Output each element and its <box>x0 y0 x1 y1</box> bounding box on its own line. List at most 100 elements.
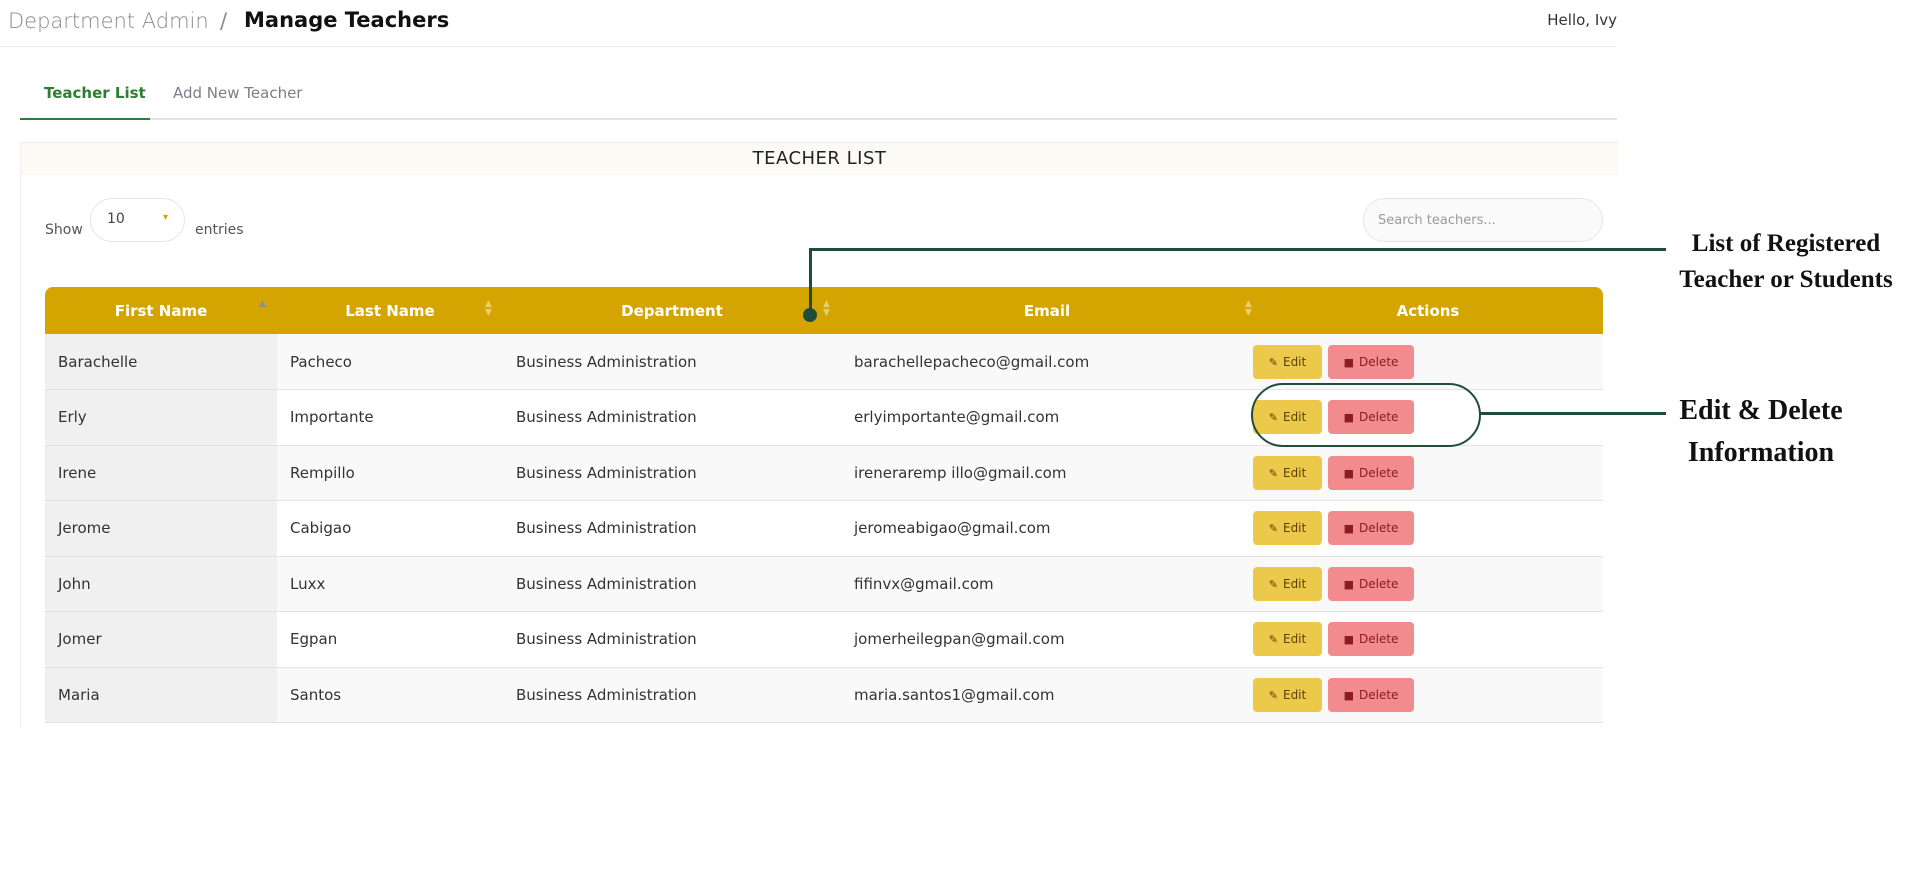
cell-actions: ✎ Edit ■ Delete <box>1253 556 1603 612</box>
cell-first-name: Maria <box>45 667 277 723</box>
cell-last-name: Santos <box>277 667 503 723</box>
pencil-icon: ✎ <box>1268 355 1278 369</box>
edit-label: Edit <box>1282 687 1307 702</box>
trash-icon: ■ <box>1343 688 1354 702</box>
table-header-row: First Name ▲▼ Last Name ▲▼ Department ▲▼… <box>45 287 1603 334</box>
edit-button[interactable]: ✎ Edit <box>1253 455 1322 490</box>
breadcrumb-separator: / <box>220 9 228 33</box>
column-header-department[interactable]: Department ▲ ▼ <box>503 287 841 334</box>
cell-email: jomerheilegpan@gmail.com <box>841 611 1253 668</box>
annotation-list-label: List of Registered Teacher or Students <box>1668 226 1904 298</box>
annotation-text: Edit & Delete <box>1679 395 1843 426</box>
cell-actions: ✎ Edit ■ Delete <box>1253 500 1603 557</box>
annotation-text: Teacher or Students <box>1679 266 1893 293</box>
trash-icon: ■ <box>1343 633 1354 647</box>
active-tab-indicator <box>20 118 150 120</box>
cell-last-name: Cabigao <box>277 500 503 557</box>
delete-button[interactable]: ■ Delete <box>1328 622 1414 657</box>
annotation-connector <box>809 248 812 314</box>
tab-bar: Teacher List Add New Teacher <box>20 78 1617 120</box>
cell-first-name: Jerome <box>45 500 277 557</box>
page-title: Manage Teachers <box>244 8 450 32</box>
cell-department: Business Administration <box>503 445 841 501</box>
cell-department: Business Administration <box>503 556 841 612</box>
cell-first-name: Erly <box>45 389 277 446</box>
cell-actions: ✎ Edit ■ Delete <box>1253 334 1603 390</box>
table-row: Jerome Cabigao Business Administration j… <box>45 500 1603 557</box>
annotation-text: Information <box>1687 437 1835 468</box>
edit-button[interactable]: ✎ Edit <box>1253 677 1322 712</box>
cell-last-name: Egpan <box>277 611 503 668</box>
pencil-icon: ✎ <box>1268 522 1278 536</box>
table-row: Barachelle Pacheco Business Administrati… <box>45 334 1603 390</box>
breadcrumb-parent[interactable]: Department Admin <box>8 9 209 33</box>
trash-icon: ■ <box>1343 577 1354 591</box>
cell-department: Business Administration <box>503 500 841 557</box>
trash-icon: ■ <box>1343 355 1354 369</box>
sort-asc-icon: ▲▼ <box>259 299 266 309</box>
column-label: Department <box>621 301 723 320</box>
annotation-connector <box>1480 412 1666 415</box>
sort-icon: ▲ ▼ <box>485 299 492 318</box>
column-label: First Name <box>114 301 208 320</box>
app-window: Department Admin / Manage Teachers Hello… <box>0 0 1618 730</box>
cell-actions: ✎ Edit ■ Delete <box>1253 667 1603 723</box>
cell-department: Business Administration <box>503 334 841 390</box>
edit-button[interactable]: ✎ Edit <box>1253 511 1322 546</box>
delete-button[interactable]: ■ Delete <box>1328 455 1414 490</box>
cell-department: Business Administration <box>503 389 841 446</box>
column-header-actions: Actions <box>1253 287 1603 334</box>
table-row: Irene Rempillo Business Administration i… <box>45 445 1603 501</box>
tab-teacher-list[interactable]: Teacher List <box>44 84 146 102</box>
annotation-text: List of Registered <box>1691 230 1881 257</box>
entries-select[interactable]: 10 ▾ <box>90 198 185 242</box>
table-row: John Luxx Business Administration fifinv… <box>45 556 1603 612</box>
edit-label: Edit <box>1282 465 1307 480</box>
annotation-edit-label: Edit & Delete Information <box>1668 390 1854 474</box>
pencil-icon: ✎ <box>1268 633 1278 647</box>
teacher-table: First Name ▲▼ Last Name ▲▼ Department ▲▼… <box>45 287 1603 723</box>
pencil-icon: ✎ <box>1268 466 1278 480</box>
annotation-dot <box>803 308 817 322</box>
column-header-first-name[interactable]: First Name ▲▼ <box>45 287 277 334</box>
table-row: Jomer Egpan Business Administration jome… <box>45 611 1603 668</box>
entries-value: 10 <box>107 211 125 227</box>
cell-last-name: Pacheco <box>277 334 503 390</box>
sort-icon: ▲ ▼ <box>1245 299 1252 318</box>
edit-button[interactable]: ✎ Edit <box>1253 344 1322 379</box>
delete-button[interactable]: ■ Delete <box>1328 677 1414 712</box>
cell-email: ireneraremp illo@gmail.com <box>841 445 1253 501</box>
edit-button[interactable]: ✎ Edit <box>1253 622 1322 657</box>
search-input[interactable] <box>1363 198 1603 242</box>
edit-label: Edit <box>1282 632 1307 647</box>
annotation-connector <box>809 248 1666 251</box>
cell-first-name: Irene <box>45 445 277 501</box>
column-label: Last Name <box>345 301 435 320</box>
cell-last-name: Luxx <box>277 556 503 612</box>
delete-button[interactable]: ■ Delete <box>1328 511 1414 546</box>
cell-department: Business Administration <box>503 611 841 668</box>
edit-label: Edit <box>1282 576 1307 591</box>
delete-label: Delete <box>1358 687 1399 702</box>
top-header: Department Admin / Manage Teachers Hello… <box>0 0 1617 47</box>
tab-add-new-teacher[interactable]: Add New Teacher <box>173 84 302 102</box>
delete-button[interactable]: ■ Delete <box>1328 566 1414 601</box>
cell-department: Business Administration <box>503 667 841 723</box>
cell-email: jeromeabigao@gmail.com <box>841 500 1253 557</box>
edit-label: Edit <box>1282 354 1307 369</box>
cell-actions: ✎ Edit ■ Delete <box>1253 445 1603 501</box>
cell-first-name: John <box>45 556 277 612</box>
pencil-icon: ✎ <box>1268 688 1278 702</box>
cell-first-name: Jomer <box>45 611 277 668</box>
cell-email: maria.santos1@gmail.com <box>841 667 1253 723</box>
table-row: Maria Santos Business Administration mar… <box>45 667 1603 723</box>
delete-button[interactable]: ■ Delete <box>1328 344 1414 379</box>
cell-last-name: Importante <box>277 389 503 446</box>
cell-email: barachellepacheco@gmail.com <box>841 334 1253 390</box>
user-greeting[interactable]: Hello, Ivy <box>1547 11 1617 29</box>
column-header-email[interactable]: Email ▲ ▼ <box>841 287 1253 334</box>
delete-label: Delete <box>1358 632 1399 647</box>
edit-button[interactable]: ✎ Edit <box>1253 566 1322 601</box>
column-header-last-name[interactable]: Last Name ▲ ▼ <box>277 287 503 334</box>
annotation-highlight-oval <box>1251 383 1481 447</box>
